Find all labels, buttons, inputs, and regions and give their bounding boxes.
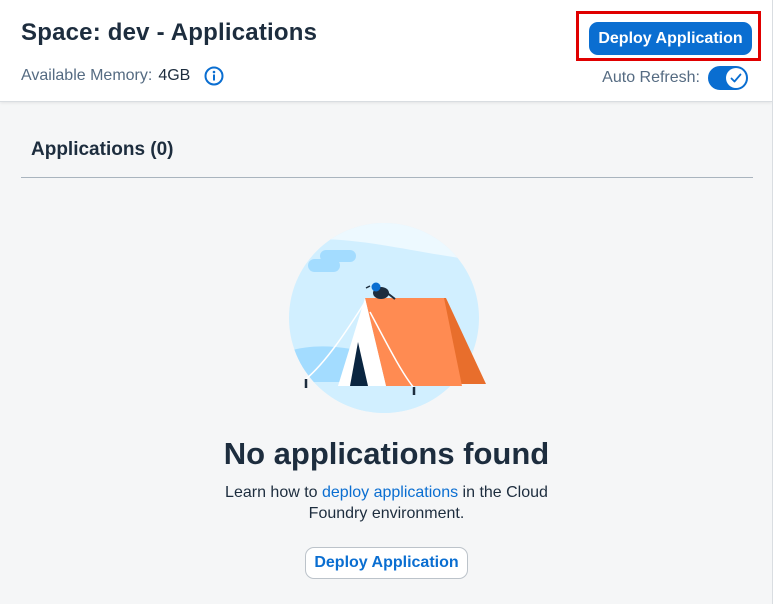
deploy-applications-link[interactable]: deploy applications — [322, 484, 458, 501]
toggle-knob — [726, 68, 746, 88]
info-icon[interactable] — [204, 66, 224, 86]
auto-refresh-label: Auto Refresh: — [602, 69, 700, 86]
auto-refresh-toggle[interactable] — [708, 66, 748, 90]
page-title: Space: dev - Applications — [21, 19, 318, 46]
tent-illustration — [286, 222, 488, 414]
memory-label: Available Memory: — [21, 67, 153, 84]
auto-refresh: Auto Refresh: — [602, 66, 748, 90]
deploy-application-secondary-button[interactable]: Deploy Application — [305, 547, 468, 579]
page-header: Space: dev - Applications Available Memo… — [0, 0, 772, 102]
check-icon — [730, 73, 742, 83]
deploy-application-button[interactable]: Deploy Application — [589, 22, 752, 55]
memory-info: Available Memory: 4GB — [21, 66, 224, 86]
empty-state-description: Learn how to deploy applications in the … — [200, 482, 573, 524]
section-title: Applications (0) — [31, 139, 174, 160]
divider — [21, 177, 753, 178]
desc-text-before: Learn how to — [225, 484, 322, 501]
memory-value: 4GB — [158, 67, 191, 84]
empty-state-title: No applications found — [223, 436, 550, 471]
